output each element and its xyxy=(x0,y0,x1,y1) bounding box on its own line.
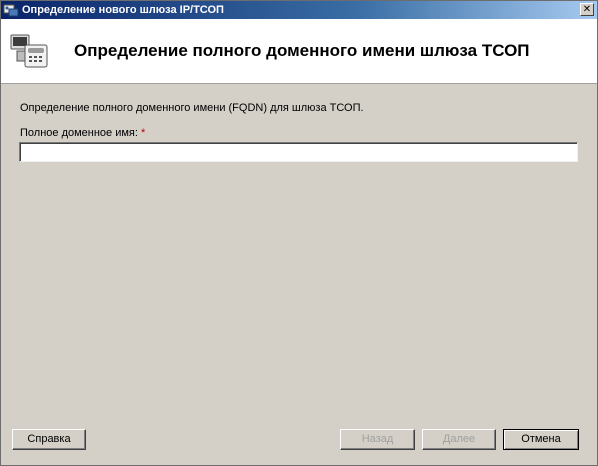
required-marker: * xyxy=(141,127,146,139)
fqdn-input[interactable] xyxy=(19,142,578,162)
close-button[interactable]: ✕ xyxy=(580,3,594,16)
description-text: Определение полного доменного имени (FQD… xyxy=(20,102,364,114)
back-button[interactable]: Назад xyxy=(340,429,415,450)
wizard-header: Определение полного доменного имени шлюз… xyxy=(1,19,597,84)
fqdn-label: Полное доменное имя: * xyxy=(20,127,145,139)
window-title: Определение нового шлюза IP/ТСОП xyxy=(22,4,224,16)
wizard-window: Определение нового шлюза IP/ТСОП ✕ Опред… xyxy=(0,0,598,466)
cancel-button[interactable]: Отмена xyxy=(503,429,579,450)
phone-gateway-icon xyxy=(10,34,48,68)
title-bar[interactable]: Определение нового шлюза IP/ТСОП ✕ xyxy=(1,1,597,19)
next-button[interactable]: Далее xyxy=(422,429,496,450)
page-title: Определение полного доменного имени шлюз… xyxy=(74,41,530,60)
help-button[interactable]: Справка xyxy=(12,429,86,450)
app-icon xyxy=(3,4,19,17)
fqdn-label-text: Полное доменное имя: xyxy=(20,127,138,139)
close-icon: ✕ xyxy=(582,3,592,15)
